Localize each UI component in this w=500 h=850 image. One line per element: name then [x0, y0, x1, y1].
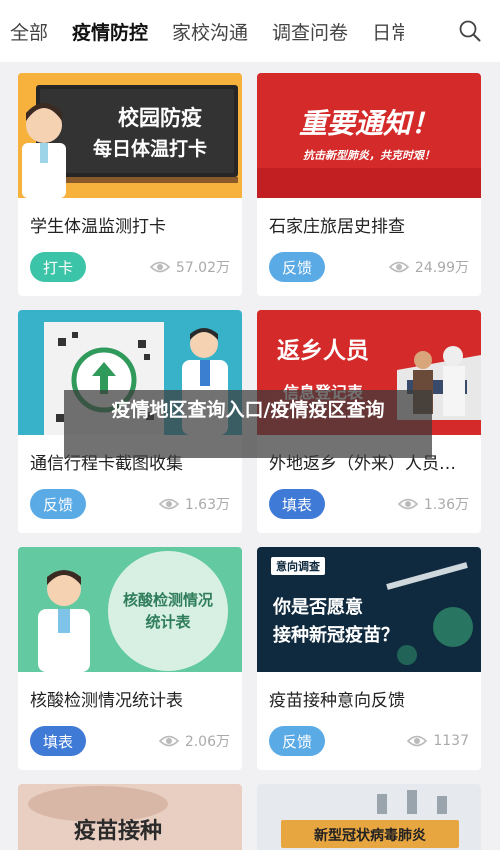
- view-count-text: 24.99万: [414, 260, 469, 276]
- action-tag[interactable]: 反馈: [30, 489, 87, 519]
- svg-text:重要通知！: 重要通知！: [299, 107, 439, 140]
- card-thumbnail: 校园防疫 每日体温打卡: [18, 73, 242, 198]
- card-title: 核酸检测情况统计表: [30, 691, 183, 711]
- template-card[interactable]: 重要通知！ 抗击新型肺炎，共克时艰！ 石家庄旅居史排查 反馈 24.99万: [257, 73, 481, 296]
- card-title: 疫苗接种意向反馈: [269, 691, 405, 711]
- eye-icon: [149, 261, 170, 273]
- svg-text:疫苗接种: 疫苗接种: [74, 818, 162, 844]
- view-count-text: 1.63万: [184, 497, 230, 513]
- view-count-text: 1.36万: [423, 497, 469, 513]
- tab-survey[interactable]: 调查问卷: [272, 18, 348, 45]
- svg-text:返乡人员: 返乡人员: [277, 338, 369, 364]
- svg-text:抗击新型肺炎，共克时艰！: 抗击新型肺炎，共克时艰！: [303, 149, 435, 162]
- card-thumbnail: 意向调查 你是否愿意 接种新冠疫苗？: [257, 547, 481, 672]
- card-thumbnail: 疫苗接种: [18, 784, 242, 850]
- template-card[interactable]: 疫苗接种: [18, 784, 242, 850]
- form-template-grid: 校园防疫 每日体温打卡 学生体温监测打卡 打卡 57.02万 重要通知！ 抗击新…: [18, 73, 483, 850]
- view-count: 1.36万: [397, 494, 469, 514]
- svg-text:每日体温打卡: 每日体温打卡: [93, 137, 207, 160]
- svg-text:校园防疫: 校园防疫: [118, 106, 202, 130]
- card-title: 学生体温监测打卡: [30, 217, 166, 237]
- card-thumbnail: 重要通知！ 抗击新型肺炎，共克时艰！: [257, 73, 481, 198]
- svg-text:接种新冠疫苗？: 接种新冠疫苗？: [273, 624, 399, 646]
- svg-text:核酸检测情况: 核酸检测情况: [123, 591, 213, 609]
- eye-icon: [388, 261, 409, 273]
- template-card[interactable]: 核酸检测情况 统计表 核酸检测情况统计表 填表 2.06万: [18, 547, 242, 770]
- tab-home-school[interactable]: 家校沟通: [172, 18, 248, 45]
- view-count-text: 1137: [433, 733, 469, 749]
- template-card[interactable]: 新型冠状病毒肺炎: [257, 784, 481, 850]
- card-thumbnail: 新型冠状病毒肺炎: [257, 784, 481, 850]
- card-title: 石家庄旅居史排查: [269, 217, 405, 237]
- eye-icon: [158, 735, 179, 747]
- overlay-caption: 疫情地区查询入口/疫情疫区查询: [64, 390, 432, 458]
- svg-text:新型冠状病毒肺炎: 新型冠状病毒肺炎: [314, 827, 426, 844]
- eye-icon: [397, 498, 418, 510]
- action-tag[interactable]: 反馈: [269, 252, 326, 282]
- view-count: 1137: [407, 733, 469, 749]
- svg-text:你是否愿意: 你是否愿意: [272, 596, 363, 618]
- action-tag[interactable]: 填表: [30, 726, 87, 756]
- svg-text:意向调查: 意向调查: [276, 559, 320, 573]
- view-count: 24.99万: [388, 257, 469, 277]
- template-card[interactable]: 意向调查 你是否愿意 接种新冠疫苗？ 疫苗接种意向反馈 反馈 1137: [257, 547, 481, 770]
- card-thumbnail: 核酸检测情况 统计表: [18, 547, 242, 672]
- action-tag[interactable]: 打卡: [30, 252, 87, 282]
- action-tag[interactable]: 填表: [269, 489, 326, 519]
- view-count: 1.63万: [158, 494, 230, 514]
- action-tag[interactable]: 反馈: [269, 726, 326, 756]
- category-tab-bar: 全部 疫情防控 家校沟通 调查问卷 日常: [0, 0, 500, 62]
- tab-epidemic-prevention[interactable]: 疫情防控: [72, 18, 148, 45]
- tab-all[interactable]: 全部: [10, 18, 48, 45]
- view-count-text: 57.02万: [175, 260, 230, 276]
- view-count: 2.06万: [158, 731, 230, 751]
- view-count: 57.02万: [149, 257, 230, 277]
- tab-daily[interactable]: 日常: [372, 18, 404, 45]
- search-button[interactable]: [440, 0, 500, 62]
- eye-icon: [407, 735, 428, 747]
- eye-icon: [158, 498, 179, 510]
- svg-text:统计表: 统计表: [145, 613, 191, 631]
- view-count-text: 2.06万: [184, 734, 230, 750]
- search-icon: [459, 20, 481, 42]
- template-card[interactable]: 校园防疫 每日体温打卡 学生体温监测打卡 打卡 57.02万: [18, 73, 242, 296]
